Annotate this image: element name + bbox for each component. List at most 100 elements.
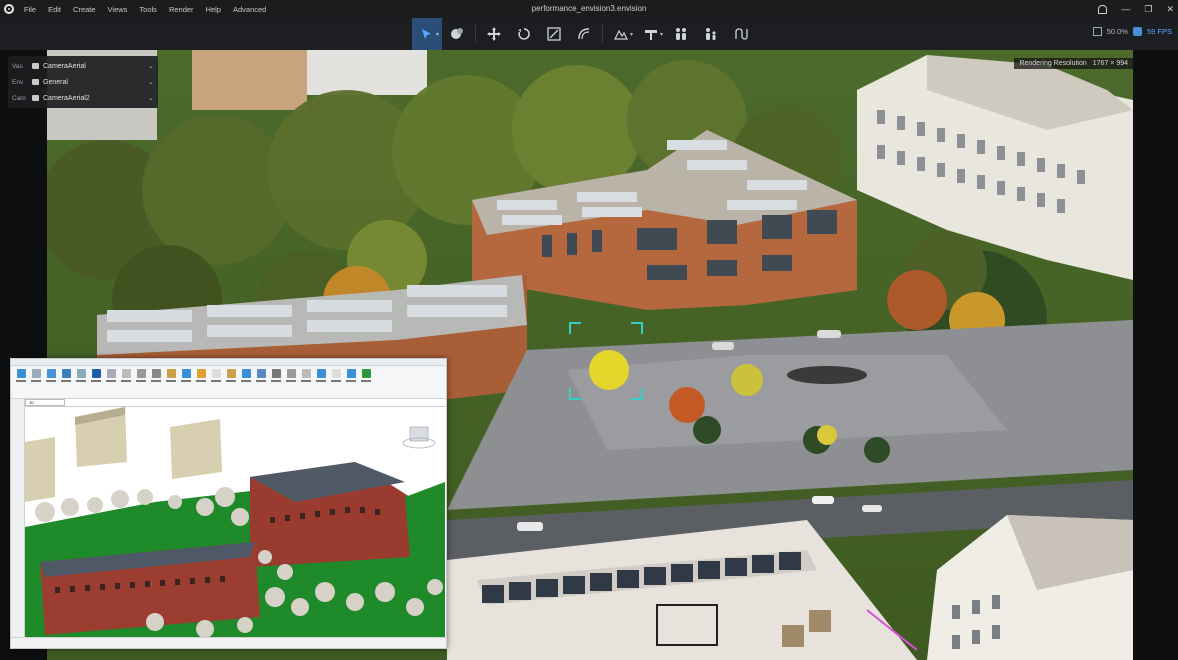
selection-gizmo[interactable] xyxy=(569,322,643,400)
visual-settings-row[interactable]: Vas CameraAerial ⌄ xyxy=(8,58,158,74)
app-logo-icon xyxy=(0,0,18,18)
fps-icon xyxy=(1132,27,1142,36)
ribbon-button[interactable] xyxy=(45,369,57,382)
minimize-icon[interactable]: — xyxy=(1121,4,1130,14)
row-key: Cam xyxy=(12,94,26,102)
ribbon-button[interactable] xyxy=(360,369,372,382)
ribbon-button[interactable] xyxy=(270,369,282,382)
menu-views[interactable]: Views xyxy=(102,5,134,14)
measure-tool-button[interactable] xyxy=(569,18,599,50)
restore-icon[interactable]: ❐ xyxy=(1144,4,1152,15)
people-tool-button[interactable] xyxy=(666,18,696,50)
ribbon-button[interactable] xyxy=(120,369,132,382)
ribbon-button[interactable] xyxy=(255,369,267,382)
row-key: Env xyxy=(12,78,24,86)
measure-icon xyxy=(578,28,590,40)
revit-inset-window[interactable]: 3D xyxy=(10,358,447,649)
camera-row[interactable]: Cam CameraAerial2 ⌄ xyxy=(8,90,158,106)
envision-app-window: File Edit Create Views Tools Render Help… xyxy=(0,0,1178,660)
ribbon-button[interactable] xyxy=(15,369,27,382)
gizmo-corner xyxy=(569,322,581,334)
rotate-tool-button[interactable] xyxy=(509,18,539,50)
ribbon-button[interactable] xyxy=(195,369,207,382)
revit-model-view[interactable] xyxy=(25,406,446,639)
rendering-resolution-badge: Rendering Resolution 1767 × 994 xyxy=(1014,58,1133,69)
toolbar-separator xyxy=(602,25,603,43)
menu-advanced[interactable]: Advanced xyxy=(227,5,272,14)
select-tool-button[interactable]: ▾ xyxy=(412,18,442,50)
menu-tools[interactable]: Tools xyxy=(133,5,163,14)
chevron-down-icon[interactable]: ▾ xyxy=(436,31,439,38)
family-tool-button[interactable] xyxy=(696,18,726,50)
ribbon-button[interactable] xyxy=(330,369,342,382)
row-value: CameraAerial xyxy=(43,62,86,70)
rotate-icon xyxy=(518,28,530,40)
menu-help[interactable]: Help xyxy=(200,5,227,14)
menu-edit[interactable]: Edit xyxy=(42,5,67,14)
select-arrow-icon xyxy=(422,28,431,39)
ribbon-button[interactable] xyxy=(75,369,87,382)
ribbon-button[interactable] xyxy=(105,369,117,382)
row-value: General xyxy=(43,78,68,86)
ribbon-button[interactable] xyxy=(315,369,327,382)
environment-row[interactable]: Env General ⌄ xyxy=(8,74,158,90)
view-tab-3d[interactable]: 3D xyxy=(25,399,65,406)
ribbon-button[interactable] xyxy=(165,369,177,382)
scale-icon xyxy=(547,27,561,41)
ribbon-button[interactable] xyxy=(300,369,312,382)
menu-render[interactable]: Render xyxy=(163,5,200,14)
chevron-down-icon[interactable]: ⌄ xyxy=(148,78,154,86)
inset-side-bar xyxy=(11,399,25,639)
ribbon-button[interactable] xyxy=(285,369,297,382)
menu-bar: File Edit Create Views Tools Render Help… xyxy=(0,0,1178,18)
move-arrows-icon xyxy=(487,27,501,41)
gizmo-corner xyxy=(631,322,643,334)
rendering-resolution-value: 1767 × 994 xyxy=(1092,60,1128,67)
performance-stats: 50.0% 59 FPS xyxy=(1092,27,1172,36)
material-picker-button[interactable] xyxy=(442,18,472,50)
ribbon-button[interactable] xyxy=(225,369,237,382)
ribbon-button[interactable] xyxy=(135,369,147,382)
chevron-down-icon[interactable]: ▾ xyxy=(630,31,633,38)
notification-bell-icon[interactable] xyxy=(1098,4,1108,14)
main-toolbar: ▾ ▾ ▾ 50.0% 59 FPS xyxy=(0,18,1178,50)
camera-icon xyxy=(32,95,39,101)
family-icon xyxy=(706,28,716,40)
close-icon[interactable]: ✕ xyxy=(1166,4,1174,15)
ribbon-button[interactable] xyxy=(150,369,162,382)
lighting-tool-button[interactable]: ▾ xyxy=(636,18,666,50)
menu-create[interactable]: Create xyxy=(67,5,102,14)
tool-group: ▾ ▾ ▾ xyxy=(412,18,756,50)
gizmo-corner xyxy=(631,388,643,400)
people-icon xyxy=(676,28,686,40)
toolbar-separator xyxy=(475,25,476,43)
row-value: CameraAerial2 xyxy=(43,94,90,102)
ribbon-button[interactable] xyxy=(345,369,357,382)
revit-model-drawing xyxy=(25,407,445,639)
ribbon-button[interactable] xyxy=(240,369,252,382)
ribbon-tabs xyxy=(11,359,446,366)
menu-file[interactable]: File xyxy=(18,5,42,14)
ribbon-button[interactable] xyxy=(90,369,102,382)
street-light-icon xyxy=(645,30,657,40)
chevron-down-icon[interactable]: ▾ xyxy=(660,31,663,38)
path-tool-button[interactable] xyxy=(726,18,756,50)
rendering-resolution-label: Rendering Resolution xyxy=(1019,60,1087,67)
chevron-down-icon[interactable]: ⌄ xyxy=(148,62,154,70)
path-icon xyxy=(735,28,748,40)
ribbon-toolbar xyxy=(11,366,446,399)
visual-settings-icon xyxy=(32,63,39,69)
ribbon-button[interactable] xyxy=(60,369,72,382)
move-tool-button[interactable] xyxy=(479,18,509,50)
chevron-down-icon[interactable]: ⌄ xyxy=(148,94,154,102)
scale-tool-button[interactable] xyxy=(539,18,569,50)
ribbon-button[interactable] xyxy=(180,369,192,382)
ribbon-button[interactable] xyxy=(30,369,42,382)
resolution-scale-icon xyxy=(1092,27,1102,36)
terrain-tool-button[interactable]: ▾ xyxy=(606,18,636,50)
fps-value: 59 FPS xyxy=(1146,27,1172,36)
inset-status-bar xyxy=(11,637,446,648)
row-key: Vas xyxy=(12,62,23,70)
ribbon-button[interactable] xyxy=(210,369,222,382)
window-controls: — ❐ ✕ xyxy=(1098,0,1174,18)
